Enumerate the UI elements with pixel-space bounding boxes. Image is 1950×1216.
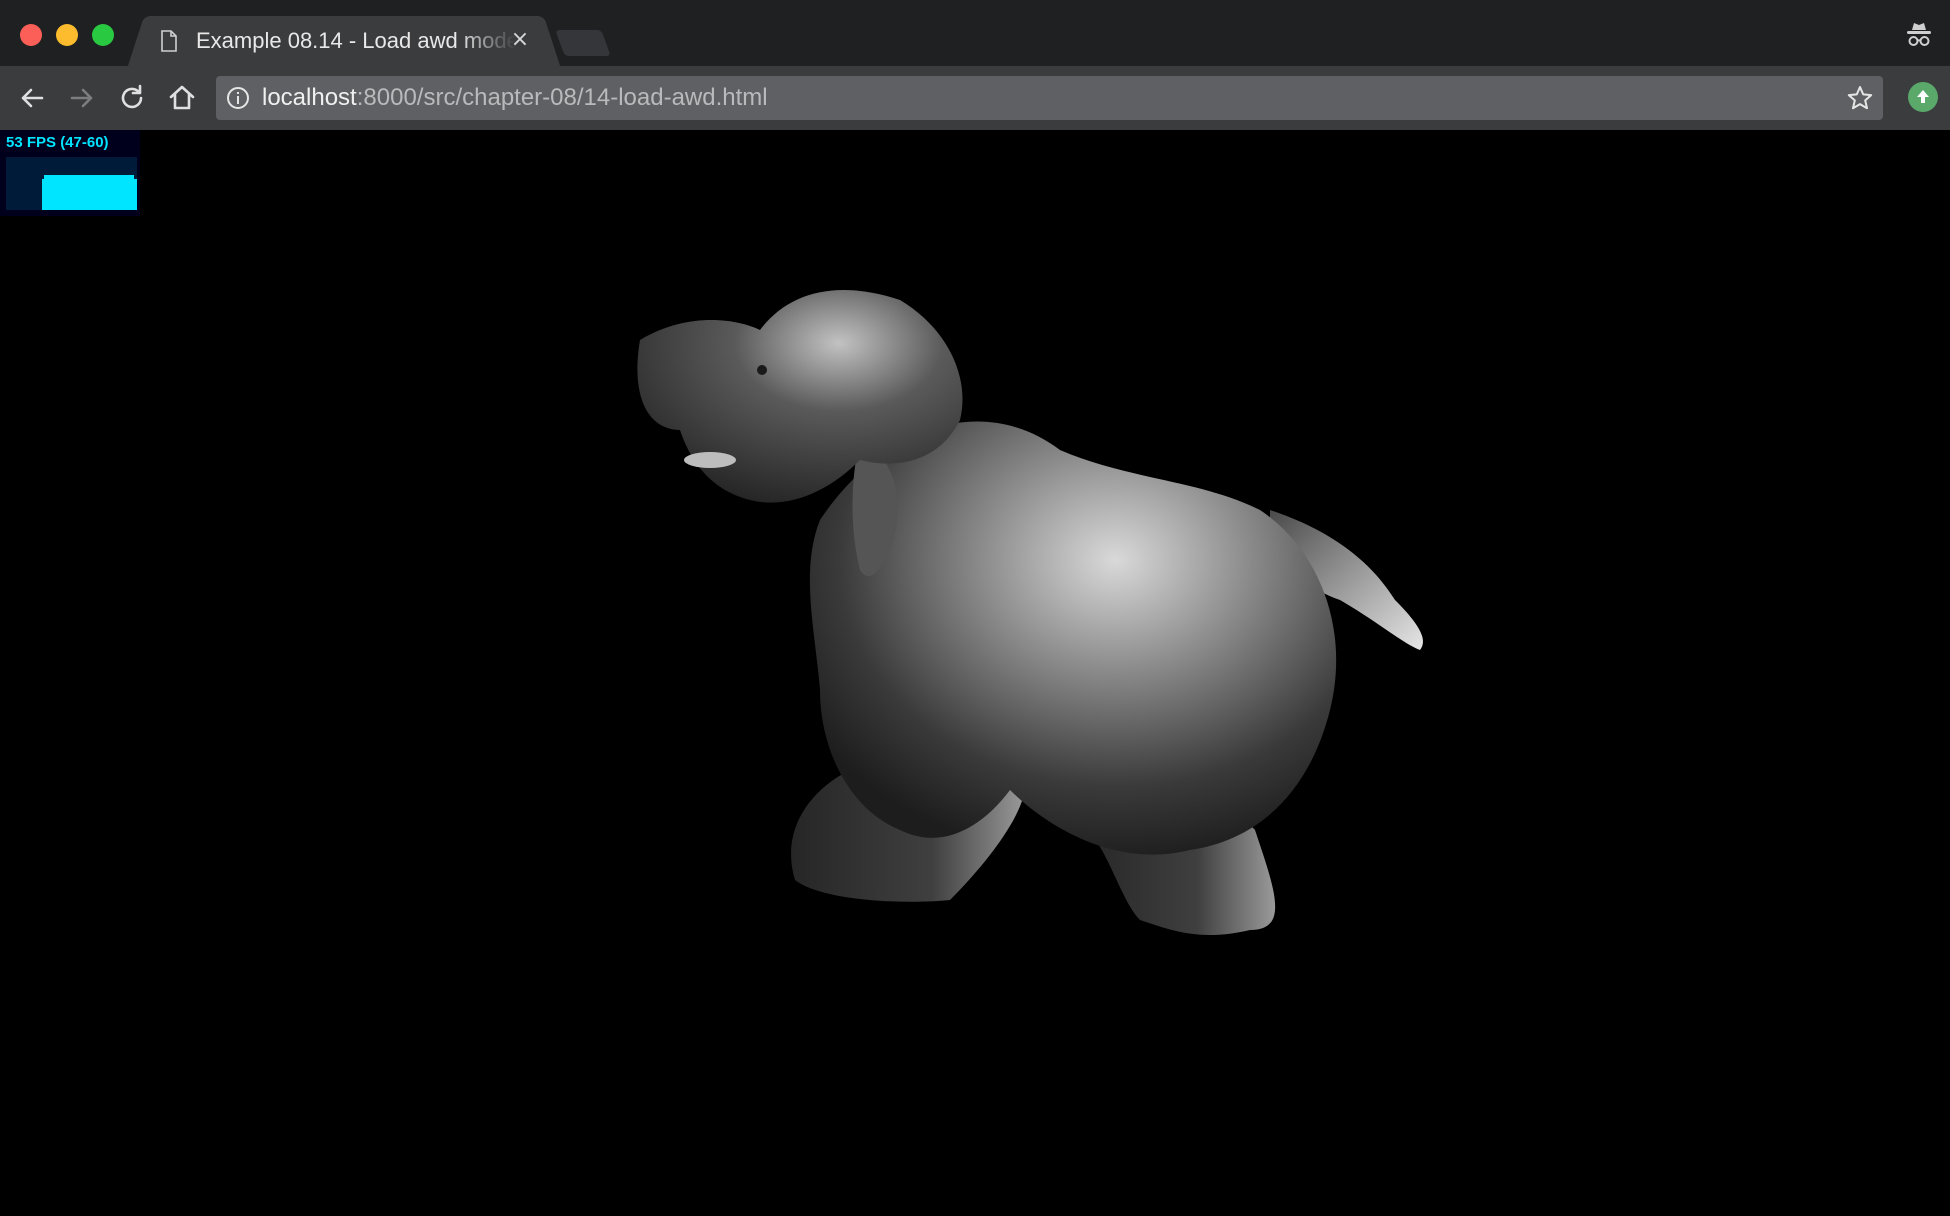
address-bar[interactable]: localhost:8000/src/chapter-08/14-load-aw… bbox=[216, 76, 1883, 120]
fps-stats-panel[interactable]: 53 FPS (47-60) bbox=[0, 130, 140, 216]
fps-graph bbox=[6, 157, 137, 210]
window-close-button[interactable] bbox=[20, 24, 42, 46]
fps-label: 53 FPS (47-60) bbox=[6, 134, 109, 151]
document-icon bbox=[161, 30, 177, 52]
new-tab-button[interactable] bbox=[555, 30, 611, 56]
tab-close-button[interactable]: × bbox=[508, 28, 532, 52]
home-icon[interactable] bbox=[166, 82, 198, 114]
info-icon[interactable] bbox=[226, 86, 250, 110]
star-icon[interactable] bbox=[1847, 85, 1873, 111]
tab-strip: Example 08.14 - Load awd model × bbox=[0, 0, 1950, 66]
url-text[interactable]: localhost:8000/src/chapter-08/14-load-aw… bbox=[262, 76, 768, 120]
tab-active[interactable]: Example 08.14 - Load awd model × bbox=[146, 16, 542, 66]
3d-model-render bbox=[637, 290, 1423, 936]
forward-arrow-icon[interactable] bbox=[66, 82, 98, 114]
back-arrow-icon[interactable] bbox=[16, 82, 48, 114]
window-minimize-button[interactable] bbox=[56, 24, 78, 46]
arrow-up-icon bbox=[1917, 90, 1929, 103]
url-path: :8000/src/chapter-08/14-load-awd.html bbox=[356, 84, 768, 111]
url-host: localhost bbox=[262, 84, 357, 111]
page-viewport[interactable]: 53 FPS (47-60) bbox=[0, 130, 1950, 1216]
browser-toolbar: localhost:8000/src/chapter-08/14-load-aw… bbox=[0, 66, 1950, 130]
extension-icon[interactable] bbox=[1908, 82, 1938, 112]
browser-window: Example 08.14 - Load awd model × localho… bbox=[0, 0, 1950, 1216]
reload-icon[interactable] bbox=[116, 82, 148, 114]
tab-title: Example 08.14 - Load awd model bbox=[196, 28, 516, 53]
window-maximize-button[interactable] bbox=[92, 24, 114, 46]
incognito-icon bbox=[1907, 23, 1931, 46]
